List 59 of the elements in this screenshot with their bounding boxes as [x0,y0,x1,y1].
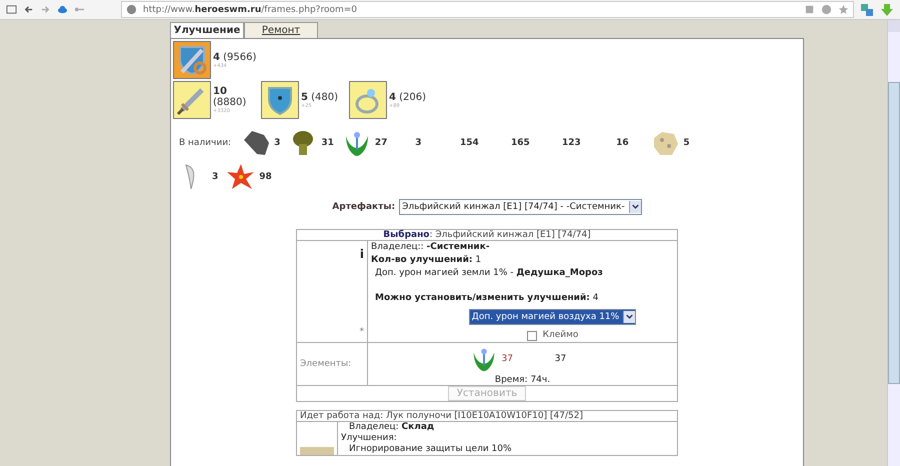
available-upgrades-text: Можно установить/изменить улучшений: 4 [374,292,600,305]
sword-shield-icon [174,42,210,78]
ring-icon [350,82,386,118]
upgrade-count-text: Кол-во улучшений: 1 [371,254,482,267]
stamp-label: Клеймо [542,329,578,342]
shield-icon [262,82,298,118]
resource-count: 154 [459,138,480,148]
dropdown-icon [623,311,636,323]
elements-label: Элементы: [296,342,368,386]
dropdown-icon [628,201,641,213]
upgrade-select[interactable]: Доп. урон магией воздуха 11% [468,309,636,325]
upgrades-label: Улучшения: [341,433,398,444]
element-need-count: 37 [554,354,568,364]
stock-label: В наличии: [179,138,232,148]
tab[interactable]: Ремонт [244,22,318,38]
forward-arrow-icon[interactable] [40,4,51,15]
resource-count: 5 [682,138,690,148]
owner-text: Владелец: Склад [348,422,436,433]
level-text: 4 (9566) [213,52,256,62]
resource-count: 3 [211,172,218,182]
tab[interactable]: Улучшение [170,22,244,38]
back-arrow-icon[interactable] [23,4,34,15]
time-text: Время: 74ч. [494,375,552,385]
url-text: http://www.heroeswm.ru/frames.php?room=0 [143,4,357,14]
artifacts-label: Артефакты: [332,202,396,212]
download-arrow-icon[interactable] [880,2,894,16]
owner-text: Владелец:: -Системник- [371,241,491,254]
star-icon[interactable] [838,4,849,15]
selected-header: Выбрано: Эльфийский кинжал [E1] [74/74] [296,230,678,240]
stamp-checkbox[interactable] [526,330,537,340]
address-bar[interactable]: http://www.heroeswm.ru/frames.php?room=0 [121,1,854,18]
resource-count: 98 [258,172,272,182]
globe-icon [126,4,137,15]
asterisk: * [360,326,364,336]
resource-count: 123 [561,138,582,148]
work-header: Идет работа над: Лук полуночи [I10E10A10W10F10] [47/52] [296,410,678,422]
scrollbar[interactable] [887,20,900,466]
info-icon[interactable] [821,4,832,15]
image-icon[interactable] [6,4,17,15]
fang-icon [185,164,197,190]
item-image-placeholder [300,447,334,455]
element-have-count: 37 [502,354,514,364]
sword-icon [174,82,210,118]
level-text: 10 (8880) [213,86,248,108]
cloud-icon[interactable] [57,4,68,15]
level-text: 5 (480) [301,92,338,102]
resource-count: 16 [615,138,630,148]
upgrade-text: Доп. урон магией земли 1% - Дедушка_Мороз [374,267,604,280]
resource-count: 27 [374,138,388,148]
resource-count: 3 [414,138,423,148]
resource-count: 31 [320,138,334,148]
artifact-select[interactable]: Эльфийский кинжал [E1] [74/74] - -Системник- [399,199,642,215]
page-icon[interactable] [804,4,815,15]
translate-icon[interactable] [860,2,874,16]
level-text: 4 (206) [389,92,426,102]
resource-count: 165 [510,138,531,148]
resource-count: 3 [273,138,280,148]
upgrade-text: Игнорирование защиты цели 10% [348,444,513,455]
info-mark: i [360,246,364,260]
